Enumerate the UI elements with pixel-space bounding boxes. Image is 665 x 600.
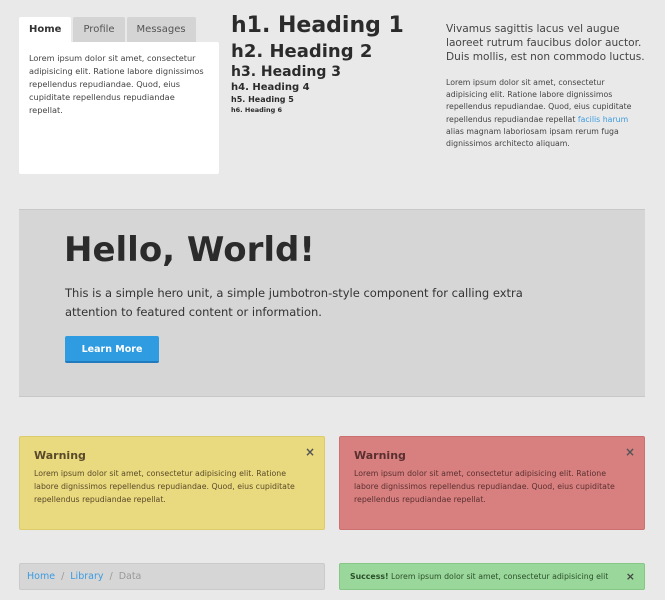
hero-text: This is a simple hero unit, a simple jum… bbox=[65, 286, 523, 319]
alert-text: Lorem ipsum dolor sit amet, consectetur … bbox=[34, 469, 295, 504]
alert-title: Warning bbox=[34, 449, 86, 462]
success-text: Lorem ipsum dolor sit amet, consectetur … bbox=[391, 572, 609, 581]
breadcrumb: Home / Library / Data bbox=[19, 563, 325, 590]
warning-alert-yellow: Warning Lorem ipsum dolor sit amet, cons… bbox=[19, 436, 325, 530]
headings-column: h1. Heading 1 h2. Heading 2 h3. Heading … bbox=[231, 12, 431, 115]
breadcrumb-separator: / bbox=[109, 571, 113, 582]
breadcrumb-current: Data bbox=[118, 571, 142, 582]
inline-link[interactable]: facilis harum bbox=[578, 115, 628, 124]
small-paragraph-end: alias magnam laboriosam ipsam rerum fuga… bbox=[446, 126, 619, 149]
close-icon[interactable]: × bbox=[625, 445, 635, 459]
hero-unit: Hello, World! This is a simple hero unit… bbox=[19, 209, 645, 397]
success-label: Success! bbox=[350, 572, 389, 581]
tab-messages[interactable]: Messages bbox=[126, 17, 196, 42]
page: Home Profile Messages Lorem ipsum dolor … bbox=[0, 0, 665, 600]
alert-text: Lorem ipsum dolor sit amet, consectetur … bbox=[354, 469, 615, 504]
breadcrumb-home[interactable]: Home bbox=[27, 571, 55, 582]
heading-2: h2. Heading 2 bbox=[231, 41, 373, 62]
text-column: Vivamus sagittis lacus vel augue laoreet… bbox=[446, 22, 646, 150]
tab-bar: Home Profile Messages bbox=[19, 17, 219, 42]
heading-5: h5. Heading 5 bbox=[231, 95, 294, 104]
heading-1: h1. Heading 1 bbox=[231, 13, 404, 38]
breadcrumb-library[interactable]: Library bbox=[70, 571, 103, 582]
heading-3: h3. Heading 3 bbox=[231, 64, 341, 80]
tab-home[interactable]: Home bbox=[19, 17, 72, 42]
success-alert: Success! Lorem ipsum dolor sit amet, con… bbox=[339, 563, 645, 590]
learn-more-button[interactable]: Learn More bbox=[65, 336, 159, 363]
close-icon[interactable]: × bbox=[305, 445, 315, 459]
close-icon[interactable]: × bbox=[626, 564, 635, 589]
breadcrumb-separator: / bbox=[61, 571, 65, 582]
small-paragraph: Lorem ipsum dolor sit amet, consectetur … bbox=[446, 77, 646, 150]
tab-content: Lorem ipsum dolor sit amet, consectetur … bbox=[19, 42, 219, 174]
warning-alert-red: Warning Lorem ipsum dolor sit amet, cons… bbox=[339, 436, 645, 530]
alert-title: Warning bbox=[354, 449, 406, 462]
tab-profile[interactable]: Profile bbox=[73, 17, 125, 42]
hero-title: Hello, World! bbox=[64, 230, 315, 270]
lead-paragraph: Vivamus sagittis lacus vel augue laoreet… bbox=[446, 23, 645, 63]
tabs-panel: Home Profile Messages Lorem ipsum dolor … bbox=[19, 17, 219, 174]
heading-6: h6. Heading 6 bbox=[231, 106, 283, 114]
heading-4: h4. Heading 4 bbox=[231, 82, 310, 93]
